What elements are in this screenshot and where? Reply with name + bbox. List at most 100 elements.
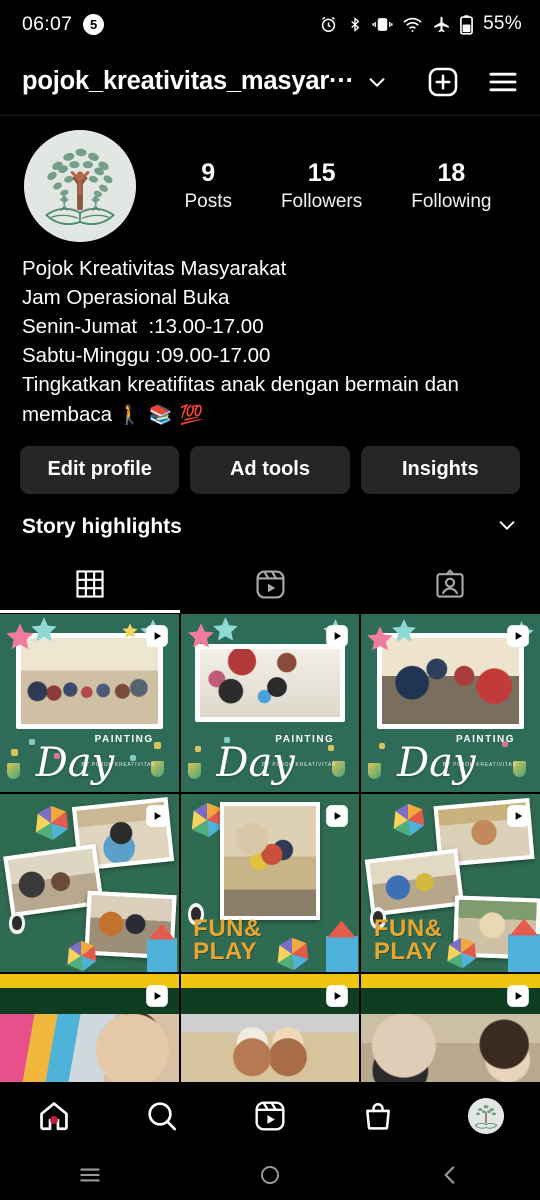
nav-home[interactable] [0, 1099, 108, 1133]
followers-label: Followers [280, 191, 363, 213]
pinwheel-decoration [446, 937, 476, 969]
active-tab-underline [0, 610, 180, 613]
plus-square-icon[interactable] [426, 65, 460, 99]
grid-post-2[interactable]: PAINTING Day BY POJOK KREATIVITAS [180, 613, 360, 792]
following-label: Following [411, 191, 492, 213]
stat-posts[interactable]: 9 Posts [184, 159, 232, 214]
reels-indicator-icon [505, 623, 531, 654]
tab-reels[interactable] [180, 561, 360, 613]
block-decoration [508, 918, 540, 972]
status-bar-right: 55% [319, 13, 522, 35]
profile-action-buttons: Edit profile Ad tools Insights [0, 430, 540, 494]
home-notification-dot [50, 1116, 58, 1124]
tab-grid[interactable] [0, 561, 180, 613]
post-photo [16, 633, 163, 730]
stat-following[interactable]: 18 Following [411, 159, 491, 214]
bio-hours-title: Jam Operasional Buka [22, 286, 230, 310]
android-recents-button[interactable] [0, 1162, 180, 1188]
reels-indicator-icon [324, 623, 350, 654]
vibrate-icon [372, 16, 393, 33]
post-grid: PAINTING Day BY POJOK KREATIVITAS PAINTI… [0, 613, 540, 1086]
post-caption-line2: PLAY [193, 937, 257, 965]
battery-icon [460, 14, 473, 35]
wifi-icon [402, 16, 423, 33]
block-decoration [325, 920, 358, 972]
battery-percent: 55% [483, 13, 522, 34]
bio-hours-weekday: Senin-Jumat :13.00-17.00 [22, 315, 264, 339]
bio-display-name: Pojok Kreativitas Masyarakat [22, 257, 287, 280]
grid-post-9[interactable] [361, 973, 540, 1086]
hamburger-menu-icon[interactable] [486, 65, 520, 99]
story-highlights-section[interactable]: Story highlights [0, 494, 540, 541]
pinwheel-decoration [393, 804, 425, 837]
nav-search[interactable] [108, 1099, 216, 1133]
followers-count: 15 [307, 158, 336, 187]
star-decoration [213, 617, 238, 641]
app-header: pojok_kreativitas_masyar··· [0, 48, 540, 116]
nav-profile[interactable] [432, 1098, 540, 1134]
home-circle-icon [261, 1166, 279, 1184]
alarm-icon [319, 15, 338, 34]
bottom-navigation [0, 1082, 540, 1150]
airplane-mode-icon [432, 15, 451, 34]
notification-count-badge: 5 [83, 13, 105, 35]
post-caption-line2: PLAY [373, 937, 438, 965]
tab-tagged[interactable] [360, 561, 540, 613]
bluetooth-icon [347, 15, 363, 34]
grid-icon [74, 568, 106, 605]
post-caption: FUN& PLAY [373, 917, 443, 965]
grid-post-5[interactable]: FUN& PLAY [180, 793, 360, 972]
post-caption-sub: BY POJOK KREATIVITAS [262, 762, 337, 769]
profile-avatar[interactable] [24, 130, 136, 242]
profile-stats: 9 Posts 15 Followers 18 Following [136, 159, 516, 214]
post-photo [194, 643, 346, 723]
reels-icon [255, 1101, 285, 1131]
edit-profile-button[interactable]: Edit profile [20, 445, 180, 494]
star-decoration [392, 619, 416, 642]
reels-indicator-icon [144, 803, 170, 834]
android-back-button[interactable] [360, 1162, 540, 1188]
grid-post-4[interactable] [0, 793, 179, 972]
shopping-bag-icon [366, 1103, 390, 1130]
chevron-down-icon[interactable] [366, 71, 388, 93]
posts-label: Posts [184, 191, 232, 213]
nav-shop[interactable] [324, 1100, 432, 1132]
grid-post-7[interactable] [0, 973, 179, 1086]
bio-emojis: 🚶 📚 💯 [117, 404, 205, 426]
grid-post-1[interactable]: PAINTING Day BY POJOK KREATIVITAS [0, 613, 179, 792]
grid-post-6[interactable]: FUN& PLAY [361, 793, 540, 972]
profile-avatar-icon [468, 1098, 504, 1134]
profile-tabs [0, 561, 540, 613]
following-count: 18 [437, 158, 466, 187]
grid-post-8[interactable] [180, 973, 360, 1086]
story-highlights-title: Story highlights [22, 515, 182, 539]
search-icon [148, 1102, 177, 1131]
block-decoration [146, 923, 177, 972]
pinwheel-decoration [67, 940, 97, 972]
post-caption-sub: BY POJOK KREATIVITAS [81, 762, 156, 769]
reels-indicator-icon [324, 803, 350, 834]
posts-count: 9 [201, 158, 216, 187]
penguin-decoration [8, 912, 25, 935]
tagged-person-icon [434, 568, 466, 605]
post-photo [361, 1013, 540, 1086]
reels-icon [254, 568, 287, 606]
bio-tagline-text: Tingkatkan kreatifitas anak dengan berma… [22, 373, 459, 426]
insights-button[interactable]: Insights [360, 445, 520, 494]
status-time: 06:07 [22, 12, 73, 35]
star-decoration [122, 623, 139, 639]
status-bar-left: 06:07 5 [22, 12, 105, 36]
grid-post-3[interactable]: PAINTING Day BY POJOK KREATIVITAS [361, 613, 540, 792]
bio-tagline: Tingkatkan kreatifitas anak dengan berma… [22, 370, 518, 429]
stat-followers[interactable]: 15 Followers [281, 159, 362, 214]
account-username[interactable]: pojok_kreativitas_masyar··· [22, 67, 352, 96]
post-photo [180, 1013, 360, 1086]
profile-bio: Pojok Kreativitas Masyarakat Jam Operasi… [0, 242, 540, 430]
ad-tools-button[interactable]: Ad tools [190, 445, 350, 494]
instagram-profile-screen: 06:07 5 55% pojok_kreativitas_masyar··· … [0, 0, 540, 1200]
android-home-button[interactable] [180, 1163, 360, 1187]
chevron-down-icon[interactable] [496, 514, 518, 541]
nav-reels[interactable] [216, 1099, 324, 1133]
reels-indicator-icon [144, 623, 170, 654]
post-photo [365, 848, 465, 917]
